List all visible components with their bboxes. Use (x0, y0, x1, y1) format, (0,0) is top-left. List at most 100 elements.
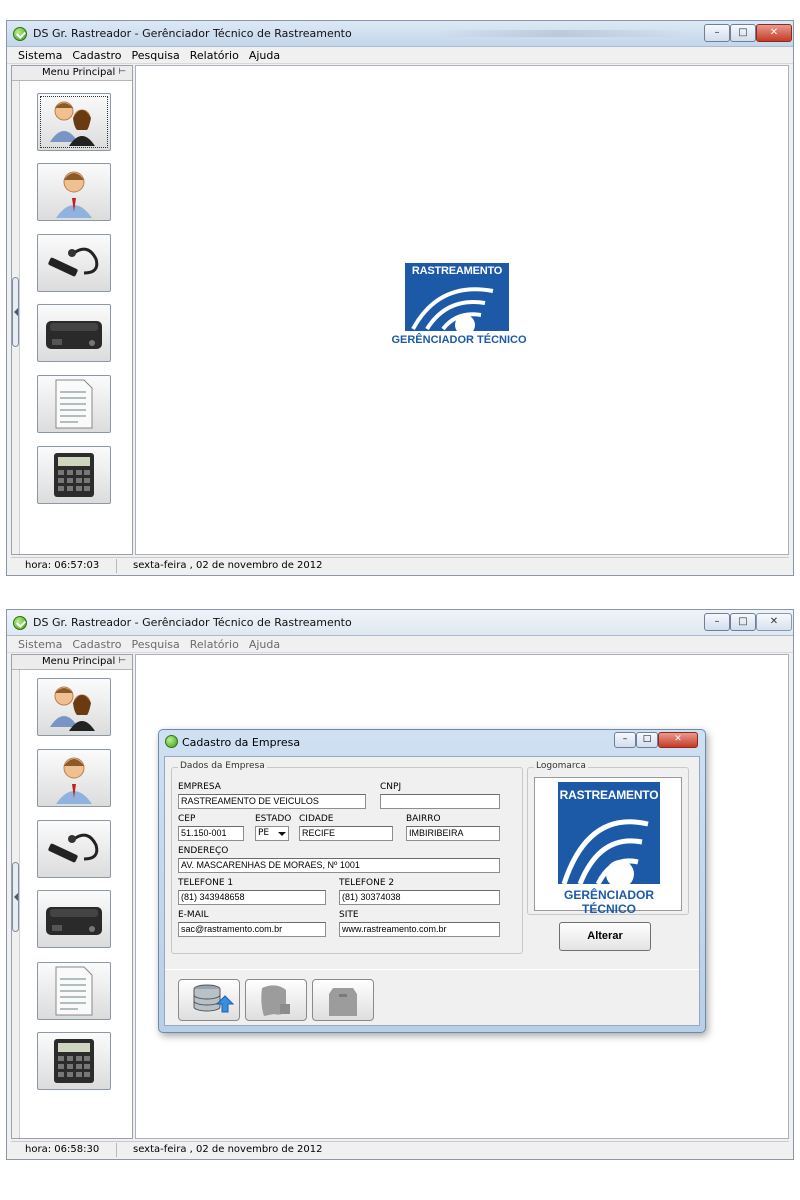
endereco-input[interactable]: AV. MASCARENHAS DE MORAES, Nº 1001 (178, 858, 500, 873)
edit-button-disabled[interactable] (245, 979, 307, 1021)
app-icon (13, 27, 27, 41)
delete-disabled-icon (329, 988, 357, 1016)
sidebar-button-equipamentos[interactable] (37, 890, 111, 948)
save-database-button[interactable] (178, 979, 240, 1021)
pin-icon[interactable]: ⊢ (118, 67, 126, 77)
close-button[interactable]: ✕ (756, 613, 792, 631)
bairro-label: BAIRRO (406, 814, 441, 824)
chevron-down-icon (278, 832, 286, 836)
telefone1-input[interactable]: (81) 343948658 (178, 890, 326, 905)
user-icon (56, 757, 92, 804)
collapse-grip[interactable] (12, 277, 19, 347)
sidebar-button-usuarios[interactable] (37, 749, 111, 807)
pin-icon[interactable]: ⊢ (118, 656, 126, 666)
sidebar-button-clientes[interactable] (37, 678, 111, 736)
sidebar-title: Menu Principal (42, 67, 116, 78)
logo-top-text: RASTREAMENTO (559, 788, 659, 802)
maximize-button[interactable]: □ (730, 613, 756, 631)
status-date: sexta-feira , 02 de novembro de 2012 (133, 560, 323, 571)
cidade-input[interactable]: RECIFE (299, 826, 393, 841)
status-date: sexta-feira , 02 de novembro de 2012 (133, 1144, 323, 1155)
cep-input[interactable]: 51.150-001 (178, 826, 244, 841)
logomarca-frame: RASTREAMENTO GERÊNCIADOR TÉCNICO (534, 777, 682, 916)
sidebar-button-rastreadores[interactable] (37, 234, 111, 292)
menu-pesquisa[interactable]: Pesquisa (127, 636, 185, 652)
status-time-cell: hora: 06:58:30 (11, 1143, 117, 1157)
telefone1-label: TELEFONE 1 (178, 878, 234, 888)
workspace: RASTREAMENTO GERÊNCIADOR TÉCNICO (135, 65, 789, 555)
status-time-label: hora: (25, 560, 52, 571)
menu-ajuda[interactable]: Ajuda (244, 636, 285, 652)
sidebar: Menu Principal ⊢ (11, 654, 133, 1139)
menu-relatorio[interactable]: Relatório (185, 47, 244, 63)
cnpj-input[interactable] (380, 794, 500, 809)
sidebar-button-usuarios[interactable] (37, 163, 111, 221)
signal-waves-icon (411, 287, 494, 331)
status-time-label: hora: (25, 1144, 52, 1155)
logo-box: RASTREAMENTO (558, 782, 660, 884)
sidebar-button-clientes[interactable] (37, 93, 111, 151)
window-title: DS Gr. Rastreador - Gerênciador Técnico … (33, 27, 352, 40)
site-input[interactable]: www.rastreamento.com.br (339, 922, 500, 937)
toolbar-separator (165, 969, 699, 970)
title-bar: DS Gr. Rastreador - Gerênciador Técnico … (7, 21, 793, 47)
endereco-label: ENDEREÇO (178, 846, 229, 856)
cnpj-label: CNPJ (380, 782, 402, 792)
signal-waves-icon (561, 819, 649, 884)
dialog-app-icon (165, 735, 178, 748)
menu-ajuda[interactable]: Ajuda (244, 47, 285, 63)
report-document-icon (55, 379, 93, 429)
tracker-device-icon (46, 321, 102, 349)
empresa-input[interactable]: RASTREAMENTO DE VEICULOS (178, 794, 366, 809)
collapse-grip[interactable] (12, 862, 19, 932)
status-time: 06:57:03 (54, 560, 100, 571)
alterar-button[interactable]: Alterar (559, 922, 651, 951)
sidebar-splitter[interactable] (12, 81, 20, 554)
sidebar-button-relatorios[interactable] (37, 962, 111, 1020)
menu-cadastro[interactable]: Cadastro (67, 636, 126, 652)
sidebar-button-financeiro[interactable] (37, 446, 111, 504)
dialog-maximize-button[interactable]: □ (636, 732, 658, 748)
edit-disabled-icon (261, 985, 290, 1016)
blurred-title-info (437, 30, 687, 37)
sidebar-title: Menu Principal (42, 656, 116, 667)
sidebar-button-relatorios[interactable] (37, 375, 111, 433)
close-button[interactable]: ✕ (756, 24, 792, 42)
minimize-button[interactable]: – (704, 24, 730, 42)
tracker-device-icon (46, 907, 102, 935)
sidebar-header: Menu Principal ⊢ (12, 655, 132, 670)
maximize-button[interactable]: □ (730, 24, 756, 42)
email-input[interactable]: sac@rastramento.com.br (178, 922, 326, 937)
group-dados-legend: Dados da Empresa (178, 761, 267, 771)
report-document-icon (55, 966, 93, 1016)
estado-select[interactable]: PE (255, 826, 289, 841)
menu-sistema[interactable]: Sistema (13, 636, 67, 652)
logo-bottom-text: GERÊNCIADOR TÉCNICO (563, 888, 654, 916)
window-title: DS Gr. Rastreador - Gerênciador Técnico … (33, 616, 352, 629)
status-bar: hora: 06:57:03 sexta-feira , 02 de novem… (11, 557, 789, 573)
dialog-close-button[interactable]: ✕ (658, 732, 698, 748)
cadastro-empresa-dialog: Cadastro da Empresa – □ ✕ Dados da Empre… (158, 729, 706, 1033)
cep-label: CEP (178, 814, 196, 824)
telefone2-input[interactable]: (81) 30374038 (339, 890, 500, 905)
estado-label: ESTADO (255, 814, 292, 824)
sidebar-button-financeiro[interactable] (37, 1032, 111, 1090)
menu-pesquisa[interactable]: Pesquisa (127, 47, 185, 63)
sidebar-splitter[interactable] (12, 670, 20, 1138)
dialog-minimize-button[interactable]: – (614, 732, 636, 748)
minimize-button[interactable]: – (704, 613, 730, 631)
group-logomarca: Logomarca RASTREAMENTO GERÊNCIADOR TÉCNI… (527, 761, 689, 916)
sidebar-button-rastreadores[interactable] (37, 820, 111, 878)
menu-cadastro[interactable]: Cadastro (67, 47, 126, 63)
title-bar: DS Gr. Rastreador - Gerênciador Técnico … (7, 610, 793, 636)
logomarca-image: RASTREAMENTO GERÊNCIADOR TÉCNICO (539, 782, 679, 916)
client-area: Menu Principal ⊢ (7, 65, 793, 555)
logo-bottom-text: GERÊNCIADOR TÉCNICO (391, 334, 527, 346)
bairro-input[interactable]: IMBIRIBEIRA (406, 826, 500, 841)
menu-sistema[interactable]: Sistema (13, 47, 67, 63)
logo-box: RASTREAMENTO (405, 263, 509, 331)
main-window-screen1: DS Gr. Rastreador - Gerênciador Técnico … (6, 20, 794, 576)
sidebar-button-equipamentos[interactable] (37, 304, 111, 362)
delete-button-disabled[interactable] (312, 979, 374, 1021)
menu-relatorio[interactable]: Relatório (185, 636, 244, 652)
